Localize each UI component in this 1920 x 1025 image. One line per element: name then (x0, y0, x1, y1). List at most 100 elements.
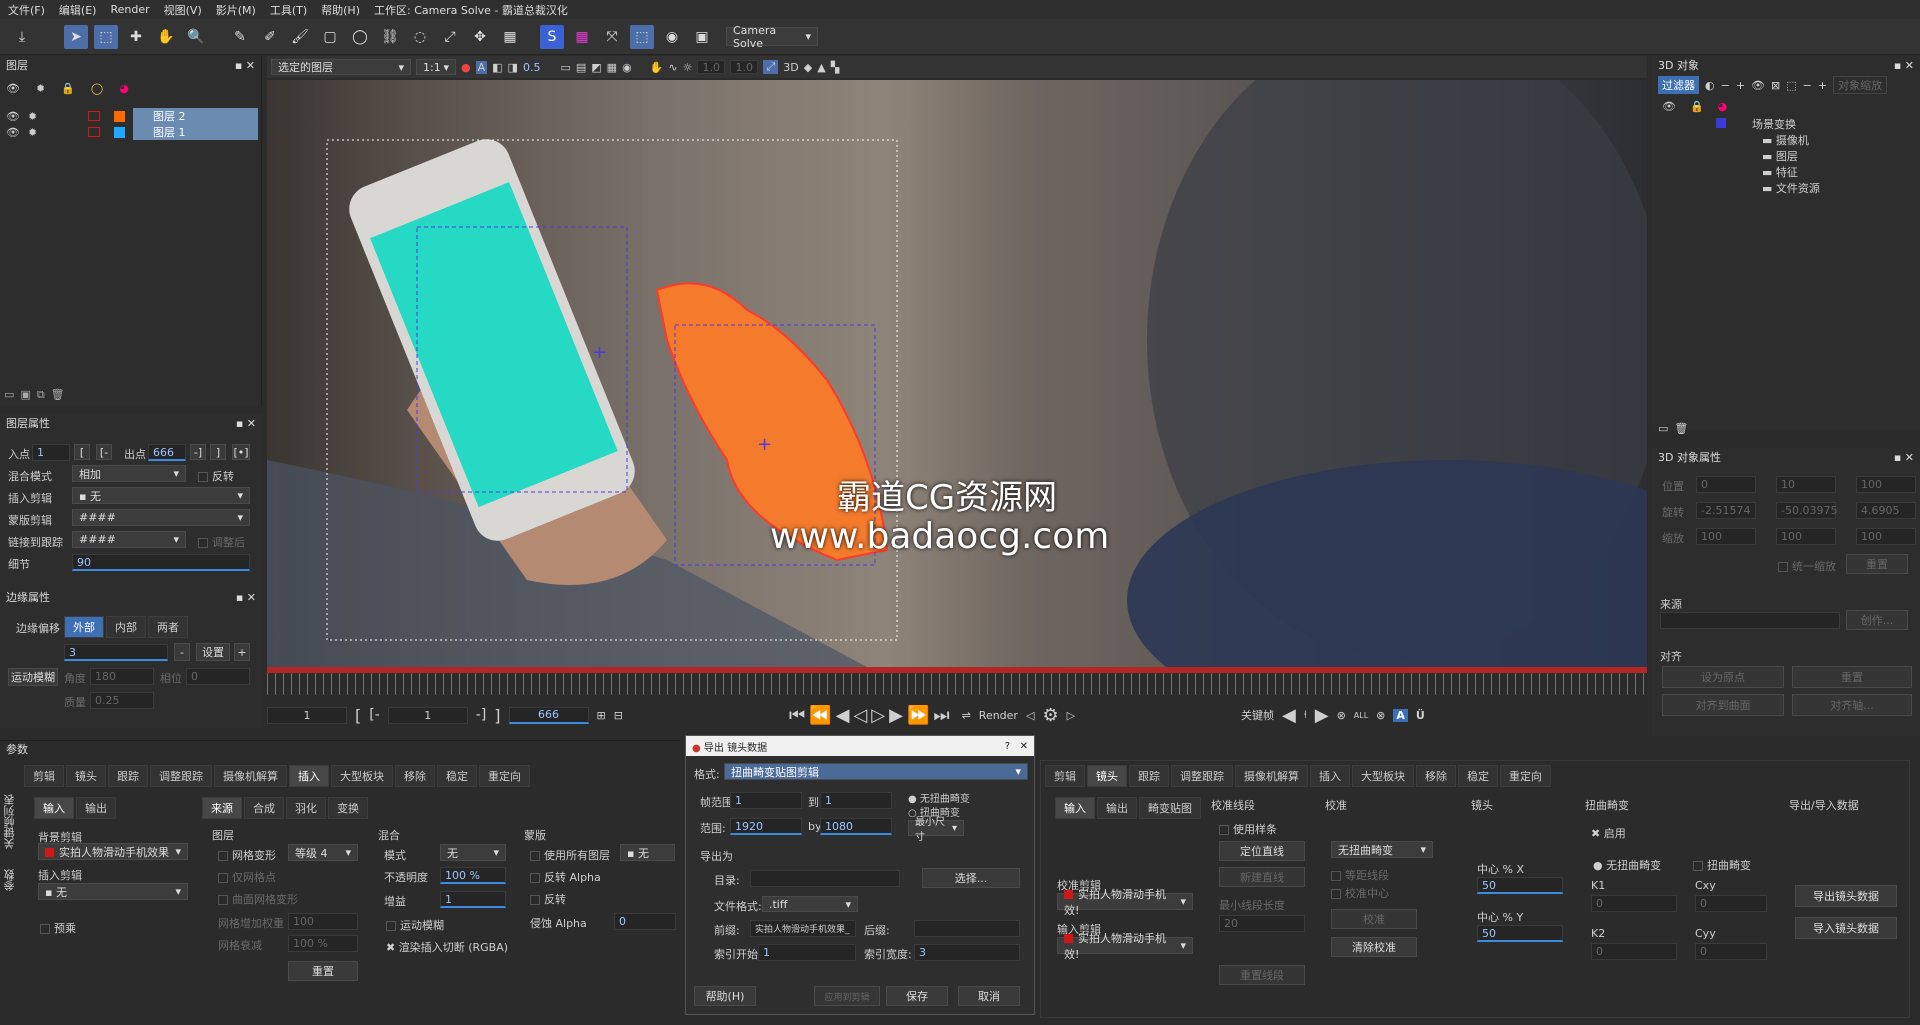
hand-tool-icon[interactable]: ✋ (154, 25, 178, 49)
checker-icon[interactable]: ▚ (831, 61, 839, 74)
pos-y-field[interactable]: 10 (1776, 476, 1836, 493)
layer-color-swatch[interactable] (114, 110, 125, 122)
gamma-field[interactable]: 1.0 (730, 60, 759, 74)
playback-controls-icon[interactable]: ⏮⏪◀◁▷▶⏩⏭ (789, 705, 954, 726)
tab-lens[interactable]: 镜头 (66, 765, 106, 787)
k1-field[interactable]: 0 (1591, 895, 1677, 912)
edge-plus-button[interactable]: + (234, 643, 250, 661)
insert-clip-select[interactable]: ▪ 无 ▾ (38, 883, 188, 900)
out-step-button[interactable]: -] (190, 444, 206, 460)
tab-insert[interactable]: 插入 (1310, 765, 1350, 787)
align-surface-button[interactable]: 对齐到曲面 (1662, 694, 1784, 716)
in-step-button[interactable]: [- (96, 444, 112, 460)
workspace-select[interactable]: Camera Solve ▾ (726, 24, 818, 50)
tab-track[interactable]: 跟踪 (108, 765, 148, 787)
layer-view-select[interactable]: 选定的图层 ▾ (271, 59, 411, 75)
plus-icon[interactable]: + (1736, 79, 1745, 92)
erode-alpha-field[interactable]: 0 (614, 913, 676, 930)
eye-icon[interactable]: 👁 (0, 126, 20, 139)
gain-field[interactable]: 1 (440, 891, 506, 908)
mesh-warp-checkbox[interactable]: 网格变形 (218, 847, 276, 863)
tab-distort-map[interactable]: 畸变贴图 (1139, 797, 1201, 819)
uniform-scale-checkbox[interactable]: 统一缩放 (1778, 558, 1836, 574)
render-back-icon[interactable]: ◁ (1026, 709, 1034, 722)
tab-adjust-track[interactable]: 调整跟踪 (1171, 765, 1233, 787)
trim-end-icon[interactable]: ⊟ (614, 709, 623, 722)
tab-transform[interactable]: 变换 (328, 797, 368, 819)
tab-camera-solve[interactable]: 摄像机解算 (214, 765, 287, 787)
close-icon[interactable]: ▪ ✕ (1894, 59, 1914, 72)
filter-button[interactable]: 过滤器 (1658, 76, 1699, 94)
suffix-field[interactable] (914, 920, 1020, 937)
format-select[interactable]: 扭曲畸变贴图剪辑 ▾ (724, 763, 1028, 780)
scale-x-field[interactable]: 100 (1696, 528, 1756, 545)
tab-input[interactable]: 输入 (34, 797, 74, 819)
move-tool-icon[interactable]: ✥ (468, 25, 492, 49)
index-start-field[interactable]: 1 (758, 944, 856, 961)
use-spline-checkbox[interactable]: 使用样条 (1219, 821, 1277, 837)
invert-checkbox[interactable]: 反转 (198, 468, 234, 484)
sphere-icon[interactable]: ◐ (1705, 79, 1715, 92)
layer-row[interactable]: 👁 ✹ 图层 2 (0, 108, 258, 124)
k2-field[interactable]: 0 (1591, 943, 1677, 960)
link-select[interactable]: #### ▾ (72, 531, 186, 548)
menu-file[interactable]: 文件(F) (8, 2, 45, 18)
input-clip-select[interactable]: 实拍人物滑动手机效! ▾ (1057, 932, 1193, 961)
unlock-u-icon[interactable]: Ü (1416, 709, 1425, 722)
phase-field[interactable]: 0 (186, 668, 250, 685)
eye-icon[interactable]: 👁 (1662, 100, 1676, 113)
blend-select[interactable]: 相加 ▾ (72, 465, 186, 482)
tab-output[interactable]: 输出 (76, 797, 116, 819)
enable-checkbox[interactable]: ✖ 启用 (1591, 825, 1626, 841)
edge-tab-outside[interactable]: 外部 (64, 616, 104, 638)
out-fill-button[interactable]: [•] (232, 444, 250, 460)
rot-z-field[interactable]: 4.6905 (1856, 502, 1916, 519)
exposure-field[interactable]: 1.0 (697, 60, 726, 74)
close-icon[interactable]: ▪ ✕ (235, 59, 255, 72)
invert-alpha-checkbox[interactable]: 反转 Alpha (530, 869, 601, 885)
in-step-icon[interactable]: [- (369, 707, 380, 723)
motion-blur-checkbox[interactable]: 运动模糊 (386, 917, 444, 933)
reset-lines-button[interactable]: 重置线段 (1219, 965, 1305, 985)
bg-clip-select[interactable]: 实拍人物滑动手机效果 ▾ (38, 843, 188, 860)
gear-icon[interactable]: ✹ (20, 126, 60, 139)
align-reset-button[interactable]: 重置 (1792, 666, 1912, 688)
surface-s-icon[interactable]: S (540, 24, 564, 49)
close-icon[interactable]: ✕ (1020, 741, 1028, 752)
hide-icon[interactable]: ⊠ (1771, 79, 1780, 92)
tab-camera-solve[interactable]: 摄像机解算 (1235, 765, 1308, 787)
matte-select[interactable]: #### ▾ (72, 509, 250, 526)
in-bracket-button[interactable]: [ (74, 444, 90, 460)
export-icon[interactable]: ⤓ (10, 25, 34, 49)
add-point-icon[interactable]: ✚ (124, 25, 148, 49)
frame-end-field[interactable]: 666 (508, 706, 589, 724)
add-key-icon[interactable]: ⍿ (1304, 708, 1307, 722)
scale-z-field[interactable]: 100 (1856, 528, 1916, 545)
lock-icon[interactable]: 🔒 (1690, 100, 1704, 113)
calib-center-checkbox[interactable]: 校准中心 (1331, 885, 1389, 901)
distort-radio[interactable]: 扭曲畸变 (1693, 857, 1751, 873)
eye-icon[interactable]: 👁 (0, 110, 20, 123)
edge-set-button[interactable]: 设置 (196, 643, 230, 661)
tab-output[interactable]: 输出 (1097, 797, 1137, 819)
min-size-select[interactable]: 最小尺寸 ▾ (908, 817, 964, 843)
help-button[interactable]: 帮助(H) (694, 986, 756, 1006)
mode-3d[interactable]: 3D (783, 61, 798, 74)
frame-to-field[interactable]: 1 (820, 792, 892, 809)
tab-track[interactable]: 跟踪 (1129, 765, 1169, 787)
layer-row[interactable]: 👁 ✹ 图层 1 (0, 124, 258, 140)
delete-key-icon[interactable]: ⊗ (1337, 709, 1346, 722)
color-ring-icon[interactable]: ◯ (91, 82, 103, 95)
cube-icon[interactable]: ◆ (804, 61, 812, 74)
side-tab-params[interactable]: 参数 (2, 869, 18, 891)
rect-tool-icon[interactable]: ▢ (318, 25, 342, 49)
tab-remove[interactable]: 移除 (395, 765, 435, 787)
browse-button[interactable]: 选择... (922, 868, 1020, 888)
export-lens-button[interactable]: 导出镜头数据 (1795, 885, 1897, 907)
opacity-field[interactable]: 100 % (440, 867, 506, 884)
in-bracket-icon[interactable]: [ (355, 706, 361, 725)
frame-start-field[interactable]: 1 (267, 706, 347, 724)
corner-pin-icon[interactable]: ⤧ (600, 25, 624, 49)
snapshot-icon[interactable]: ◉ (622, 61, 632, 74)
calib-clip-select[interactable]: 实拍人物滑动手机效! ▾ (1057, 888, 1193, 917)
